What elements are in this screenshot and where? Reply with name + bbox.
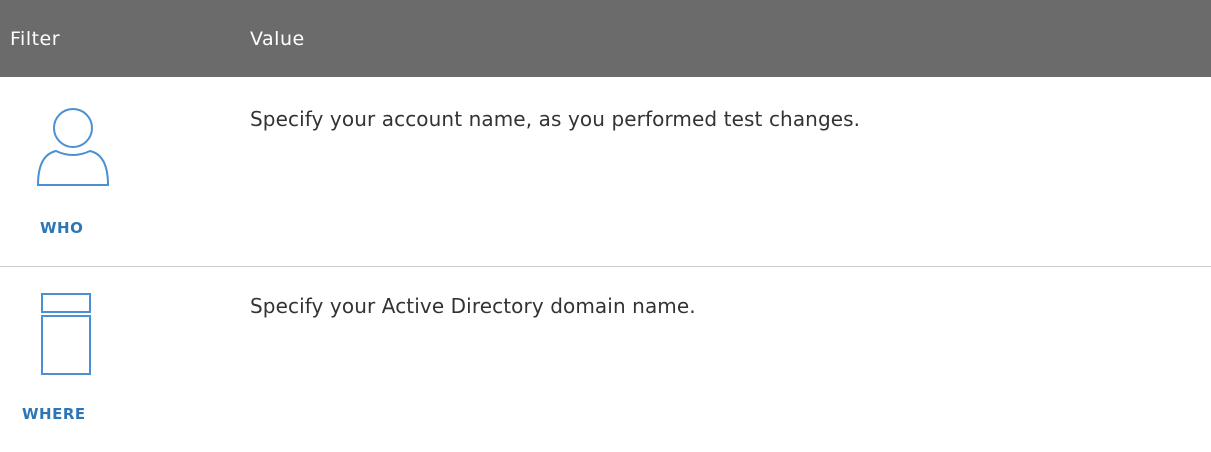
table-row-who: WHO Specify your account name, as you pe… <box>0 77 1211 267</box>
header-value: Value <box>250 27 305 50</box>
value-text-who: Specify your account name, as you perfor… <box>250 107 861 131</box>
table-header: Filter Value <box>0 0 1211 77</box>
server-icon <box>41 293 91 375</box>
filter-label-where: WHERE <box>22 405 86 423</box>
user-icon <box>36 108 110 186</box>
table-row-where: WHERE Specify your Active Directory doma… <box>0 267 1211 452</box>
filter-cell-where: WHERE <box>0 267 250 452</box>
value-text-where: Specify your Active Directory domain nam… <box>250 294 696 318</box>
filter-cell-who: WHO <box>0 77 250 266</box>
filter-label-who: WHO <box>40 219 84 237</box>
filter-table: Filter Value WHO Specify your account na… <box>0 0 1211 452</box>
header-filter: Filter <box>10 27 61 50</box>
